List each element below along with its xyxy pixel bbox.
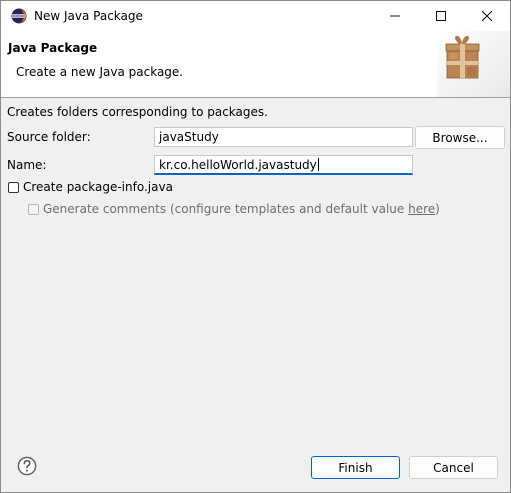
generate-comments-text: Generate comments (43, 202, 167, 216)
package-gift-icon (437, 31, 510, 97)
browse-button[interactable]: Browse... (415, 126, 505, 149)
package-name-input[interactable]: kr.co.helloWorld.javastudy (154, 155, 413, 175)
maximize-button[interactable] (418, 1, 464, 31)
title-bar: New Java Package (1, 1, 510, 31)
source-folder-label: Source folder: (7, 130, 91, 144)
name-label: Name: (7, 158, 47, 172)
banner-title: Java Package (8, 41, 98, 55)
banner-description: Create a new Java package. (16, 65, 184, 79)
eclipse-icon (11, 8, 27, 24)
generate-comments-label: Generate comments (configure templates a… (43, 202, 440, 216)
maximize-icon (436, 11, 446, 21)
minimize-button[interactable] (372, 1, 418, 31)
form-info-text: Creates folders corresponding to package… (7, 105, 268, 119)
cancel-button[interactable]: Cancel (409, 456, 498, 479)
close-button[interactable] (464, 1, 510, 31)
text-cursor (317, 158, 319, 171)
configure-text-suffix: ) (435, 202, 440, 216)
close-icon (482, 11, 492, 21)
source-folder-input[interactable]: javaStudy (154, 127, 413, 147)
generate-comments-checkbox[interactable] (28, 204, 39, 215)
package-name-value: kr.co.helloWorld.javastudy (159, 158, 317, 172)
help-icon[interactable] (17, 456, 37, 476)
configure-here-link[interactable]: here (408, 202, 435, 216)
minimize-icon (390, 15, 400, 17)
finish-button[interactable]: Finish (311, 456, 400, 479)
new-java-package-dialog: New Java Package Java Package Create a n… (0, 0, 511, 493)
configure-text: (configure templates and default value (169, 202, 405, 216)
create-package-info-checkbox[interactable] (8, 182, 19, 193)
create-package-info-label[interactable]: Create package-info.java (23, 180, 173, 194)
window-title: New Java Package (34, 9, 143, 23)
wizard-banner: Java Package Create a new Java package. (1, 31, 510, 98)
